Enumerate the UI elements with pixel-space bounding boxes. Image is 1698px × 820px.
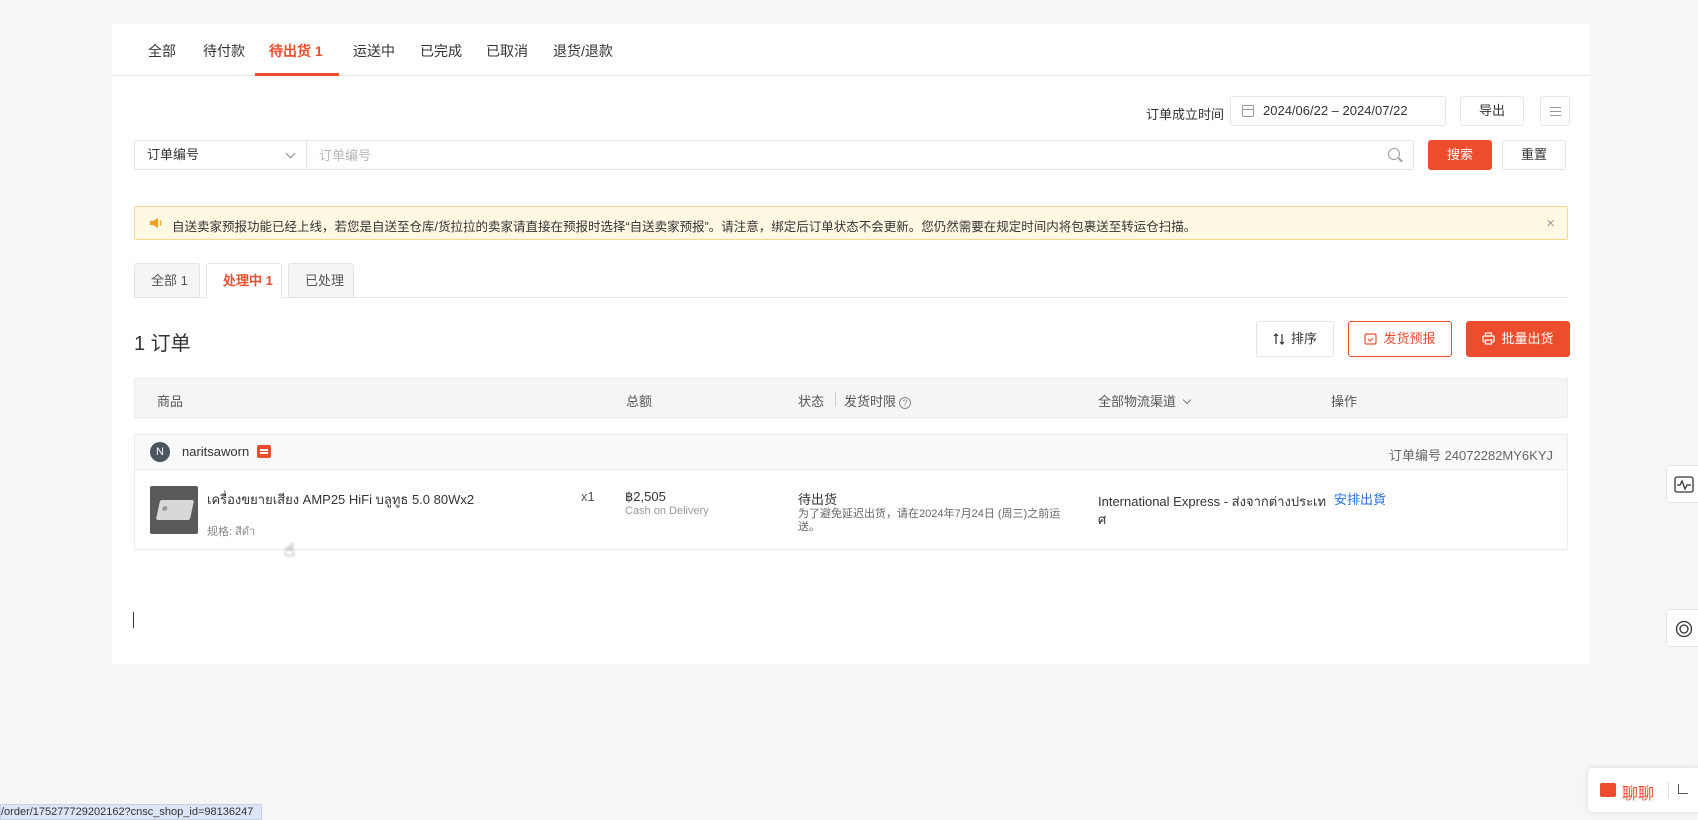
channel-filter[interactable]: 全部物流渠道 xyxy=(1098,391,1192,410)
logistics-channel: International Express - ส่งจากต่างประเท xyxy=(1098,494,1327,509)
col-total: 总额 xyxy=(626,394,653,409)
sort-button[interactable]: 排序 xyxy=(1256,321,1334,357)
search-field-select[interactable]: 订单编号 xyxy=(134,140,306,170)
search-field-value: 订单编号 xyxy=(147,147,200,162)
menu-icon xyxy=(1550,107,1561,108)
order-status-tabs: 全部 待付款 待出货 1 运送中 已完成 已取消 退货/退款 xyxy=(112,24,1590,76)
chevron-down-icon xyxy=(1182,395,1192,405)
order-amount: ฿2,505 xyxy=(625,489,666,504)
order-count: 1 订单 xyxy=(134,333,191,355)
active-tab-underline xyxy=(255,73,339,76)
search-input[interactable] xyxy=(306,140,1414,170)
status-note-cont: 送。 xyxy=(798,521,820,533)
shipping-forecast-button[interactable]: 发货预报 xyxy=(1348,321,1452,357)
order-number: 订单编号 24072282MY6KYJ xyxy=(1388,448,1553,463)
reset-button[interactable]: 重置 xyxy=(1502,140,1566,170)
chat-icon[interactable] xyxy=(257,445,271,458)
notice-text: 自送卖家预报功能已经上线，若您是自送至仓库/货拉拉的卖家请直接在预报时选择“自送… xyxy=(172,220,1197,234)
list-menu-button[interactable] xyxy=(1540,96,1570,126)
product-image xyxy=(155,500,195,520)
status-note: 为了避免延迟出货，请在2024年7月24日 (周三)之前运 xyxy=(798,508,1061,520)
product-variant: 规格: สีดำ xyxy=(207,526,256,538)
chat-divider xyxy=(1668,782,1669,798)
chat-widget[interactable]: 聊聊 xyxy=(1588,768,1698,812)
col-product: 商品 xyxy=(157,394,184,409)
orders-card: 全部 待付款 待出货 1 运送中 已完成 已取消 退货/退款 订单成立时间 20… xyxy=(112,24,1590,664)
date-range-picker[interactable]: 2024/06/22 – 2024/07/22 xyxy=(1230,96,1446,126)
product-name[interactable]: เครื่องขยายเสียง AMP25 HiFi บลูทูธ 5.0 8… xyxy=(207,489,474,510)
chat-icon xyxy=(1600,783,1616,797)
sort-label: 排序 xyxy=(1290,331,1317,346)
tab-unpaid[interactable]: 待付款 xyxy=(203,41,245,61)
col-separator xyxy=(835,392,836,406)
menu-icon-line xyxy=(1550,111,1561,112)
subtab-all[interactable]: 全部 1 xyxy=(134,263,200,298)
chevron-down-icon xyxy=(285,148,296,159)
tab-all[interactable]: 全部 xyxy=(148,41,176,61)
headset-icon xyxy=(1675,620,1693,638)
chat-label: 聊聊 xyxy=(1622,786,1655,803)
col-channel-label: 全部物流渠道 xyxy=(1098,394,1177,409)
order-header: N naritsaworn 订单编号 24072282MY6KYJ xyxy=(134,434,1568,470)
buyer-name[interactable]: naritsaworn xyxy=(182,444,249,459)
forecast-label: 发货预报 xyxy=(1383,331,1436,346)
side-tool-support[interactable] xyxy=(1666,609,1698,647)
subtab-processing[interactable]: 处理中 1 xyxy=(206,263,282,298)
notice-banner: 自送卖家预报功能已经上线，若您是自送至仓库/货拉拉的卖家请直接在预报时选择“自送… xyxy=(134,206,1568,240)
tab-completed[interactable]: 已完成 xyxy=(420,41,462,61)
col-deadline-label: 发货时限 xyxy=(844,394,897,409)
avatar: N xyxy=(150,442,170,462)
arrange-shipment-link[interactable]: 安排出貨 xyxy=(1334,489,1386,508)
col-deadline: 发货时限? xyxy=(844,391,912,410)
search-icon[interactable] xyxy=(1388,148,1400,160)
search-button[interactable]: 搜索 xyxy=(1428,140,1492,170)
close-icon[interactable]: × xyxy=(1546,215,1555,232)
side-tool-monitor[interactable] xyxy=(1666,465,1698,503)
hand-cursor-icon: ☝ xyxy=(284,540,295,560)
forecast-icon xyxy=(1364,333,1378,345)
order-row: เครื่องขยายเสียง AMP25 HiFi บลูทูธ 5.0 8… xyxy=(134,470,1568,550)
bulk-ship-button[interactable]: 批量出货 xyxy=(1466,321,1570,357)
pulse-icon xyxy=(1674,476,1694,493)
subtab-processed[interactable]: 已处理 xyxy=(288,263,354,298)
calendar-icon xyxy=(1242,105,1254,117)
col-ops: 操作 xyxy=(1331,394,1358,409)
status-bar-url: /order/175277729202162?cnsc_shop_id=9813… xyxy=(0,804,263,820)
tab-shipping[interactable]: 运送中 xyxy=(353,41,395,61)
col-status: 状态 xyxy=(798,394,825,409)
product-thumbnail[interactable] xyxy=(150,486,198,534)
help-icon[interactable]: ? xyxy=(899,396,912,409)
logistics-channel-cont: ศ xyxy=(1098,512,1107,527)
tab-to-ship[interactable]: 待出货 1 xyxy=(269,41,323,61)
bulk-ship-label: 批量出货 xyxy=(1501,331,1554,346)
sort-icon xyxy=(1273,332,1285,345)
printer-icon xyxy=(1482,332,1496,345)
expand-icon[interactable] xyxy=(1678,784,1688,794)
text-caret xyxy=(133,612,134,628)
export-button[interactable]: 导出 xyxy=(1460,96,1524,126)
payment-method: Cash on Delivery xyxy=(625,505,709,517)
date-filter-label: 订单成立时间 xyxy=(1146,107,1225,122)
menu-icon-line xyxy=(1550,115,1561,116)
tab-cancelled[interactable]: 已取消 xyxy=(486,41,528,61)
date-range-value: 2024/06/22 – 2024/07/22 xyxy=(1263,103,1408,118)
product-qty: x1 xyxy=(581,489,595,504)
table-header: 商品 总额 状态 发货时限? 全部物流渠道 操作 xyxy=(134,378,1568,418)
megaphone-icon xyxy=(150,218,162,228)
tab-return-refund[interactable]: 退货/退款 xyxy=(553,41,613,61)
